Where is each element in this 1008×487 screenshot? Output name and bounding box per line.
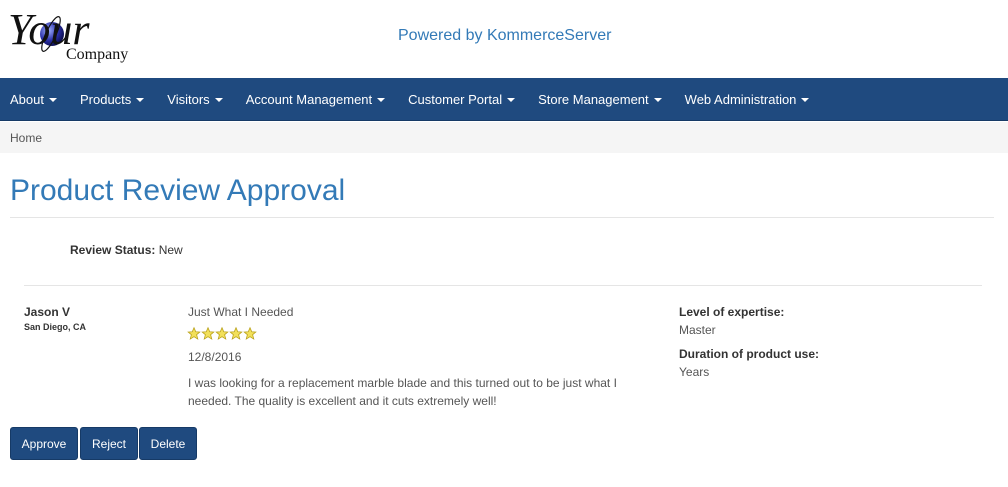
nav-item-visitors[interactable]: Visitors — [157, 78, 235, 121]
nav-item-products[interactable]: Products — [70, 78, 157, 121]
star-icon — [215, 326, 229, 340]
logo-subtitle: Company — [66, 46, 129, 63]
caret-down-icon — [507, 97, 516, 102]
nav-item-label: Customer Portal — [408, 92, 503, 107]
nav-item-web-administration[interactable]: Web Administration — [675, 78, 823, 121]
powered-by-text: Powered by KommerceServer — [398, 27, 612, 44]
caret-down-icon — [48, 97, 57, 102]
nav-item-label: Products — [79, 92, 132, 107]
star-icon — [187, 326, 201, 340]
nav-item-label: Visitors — [167, 92, 210, 107]
caret-down-icon — [653, 97, 662, 102]
reject-button[interactable]: Reject — [80, 427, 138, 460]
nav-item-label: Store Management — [538, 92, 649, 107]
review-title: Just What I Needed — [188, 305, 294, 319]
review-status-label: Review Status: — [70, 243, 156, 257]
reviewer-name: Jason V — [24, 305, 71, 319]
caret-down-icon — [377, 97, 386, 102]
company-logo[interactable]: Your Company — [8, 4, 148, 70]
breadcrumb: Home — [0, 122, 1008, 153]
nav-item-store-management[interactable]: Store Management — [528, 78, 675, 121]
nav-item-label: About — [10, 92, 44, 107]
duration-label: Duration of product use: — [679, 347, 819, 361]
caret-down-icon — [801, 97, 810, 102]
delete-button[interactable]: Delete — [139, 427, 197, 460]
breadcrumb-home[interactable]: Home — [10, 131, 42, 145]
site-header: Your Company Powered by KommerceServer — [0, 0, 1008, 78]
review-date: 12/8/2016 — [188, 350, 242, 364]
caret-down-icon — [214, 97, 223, 102]
reviewer-location: San Diego, CA — [24, 322, 87, 332]
nav-list: About Products Visitors Account Manageme… — [0, 78, 1008, 121]
expertise-value: Master — [679, 323, 716, 337]
main-navbar: About Products Visitors Account Manageme… — [0, 78, 1008, 121]
nav-item-label: Web Administration — [684, 92, 797, 107]
nav-item-label: Account Management — [245, 92, 373, 107]
nav-item-account-management[interactable]: Account Management — [236, 78, 398, 121]
review-status-value: New — [158, 243, 183, 257]
approve-button[interactable]: Approve — [10, 427, 78, 460]
title-divider — [10, 217, 994, 218]
duration-value: Years — [679, 365, 710, 379]
nav-item-customer-portal[interactable]: Customer Portal — [398, 78, 528, 121]
expertise-label: Level of expertise: — [679, 305, 785, 319]
review-status: Review Status: New — [70, 243, 183, 257]
caret-down-icon — [136, 97, 145, 102]
section-divider — [24, 285, 982, 286]
review-text: I was looking for a replacement marble b… — [188, 376, 617, 408]
star-icon — [243, 326, 257, 340]
page-title: Product Review Approval — [10, 174, 346, 207]
nav-item-about[interactable]: About — [0, 78, 70, 121]
star-icon — [229, 326, 243, 340]
star-icon — [201, 326, 215, 340]
star-rating — [187, 326, 257, 341]
